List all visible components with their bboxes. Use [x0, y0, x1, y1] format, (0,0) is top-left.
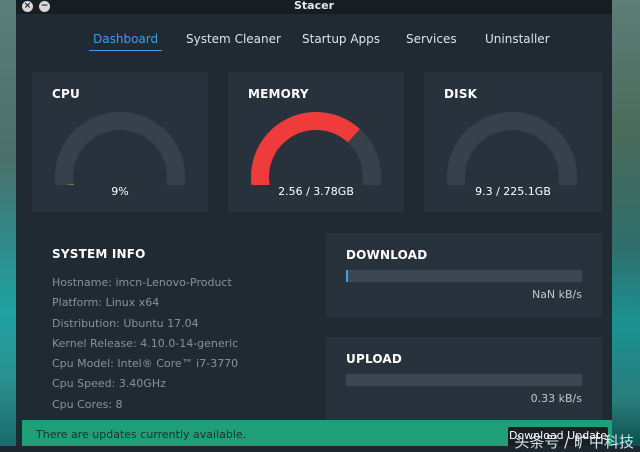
desktop-wallpaper-left [0, 0, 16, 446]
tab-system-cleaner[interactable]: System Cleaner [186, 32, 281, 46]
upload-progress-track [346, 374, 582, 386]
upload-title: UPLOAD [346, 352, 403, 366]
memory-gauge-fill [251, 112, 360, 185]
disk-gauge-track [447, 112, 577, 185]
tab-dashboard[interactable]: Dashboard [88, 32, 163, 51]
disk-gauge [447, 112, 577, 185]
system-info-title: SYSTEM INFO [52, 247, 146, 261]
memory-usage-text: 2.56 / 3.78GB [278, 185, 354, 198]
download-progress-fill [346, 270, 348, 282]
memory-gauge [251, 112, 381, 185]
cpu-gauge [55, 112, 185, 185]
watermark-text: 头条号 / 旷中科技 [514, 433, 634, 451]
info-platform: Platform: Linux x64 [52, 296, 160, 309]
cpu-usage-text: 9% [111, 185, 129, 198]
disk-card: DISK 9.3 / 225.1GB [424, 72, 602, 212]
info-cpu-speed: Cpu Speed: 3.40GHz [52, 377, 166, 390]
disk-usage-text: 9.3 / 225.1GB [475, 185, 551, 198]
tab-startup-apps[interactable]: Startup Apps [302, 32, 380, 46]
main-tabs: Dashboard System Cleaner Startup Apps Se… [16, 32, 612, 54]
info-kernel: Kernel Release: 4.10.0-14-generic [52, 337, 239, 350]
system-info-panel: SYSTEM INFO Hostname: imcn-Lenovo-Produc… [32, 233, 322, 423]
tab-uninstaller[interactable]: Uninstaller [485, 32, 550, 46]
upload-speed: 0.33 kB/s [530, 392, 582, 405]
memory-card: MEMORY 2.56 / 3.78GB [228, 72, 404, 212]
cpu-card: CPU 9% [32, 72, 208, 212]
update-message: There are updates currently available. [36, 428, 247, 441]
download-progress-track [346, 270, 582, 282]
tab-services[interactable]: Services [406, 32, 457, 46]
cpu-title: CPU [52, 87, 80, 101]
info-hostname: Hostname: imcn-Lenovo-Product [52, 276, 232, 289]
download-title: DOWNLOAD [346, 248, 428, 262]
upload-card: UPLOAD 0.33 kB/s [326, 337, 602, 423]
info-cpu-cores: Cpu Cores: 8 [52, 398, 123, 411]
info-cpu-model: Cpu Model: Intel® Core™ i7-3770 [52, 357, 239, 370]
download-speed: NaN kB/s [531, 288, 582, 301]
title-bar: × − Stacer [16, 0, 612, 14]
desktop-wallpaper-right [612, 0, 640, 446]
disk-title: DISK [444, 87, 478, 101]
stacer-window: × − Stacer Dashboard System Cleaner Star… [16, 0, 612, 446]
download-card: DOWNLOAD NaN kB/s [326, 233, 602, 317]
cpu-gauge-track [55, 112, 185, 185]
memory-title: MEMORY [248, 87, 309, 101]
info-distribution: Distribution: Ubuntu 17.04 [52, 317, 199, 330]
window-title: Stacer [293, 0, 334, 12]
